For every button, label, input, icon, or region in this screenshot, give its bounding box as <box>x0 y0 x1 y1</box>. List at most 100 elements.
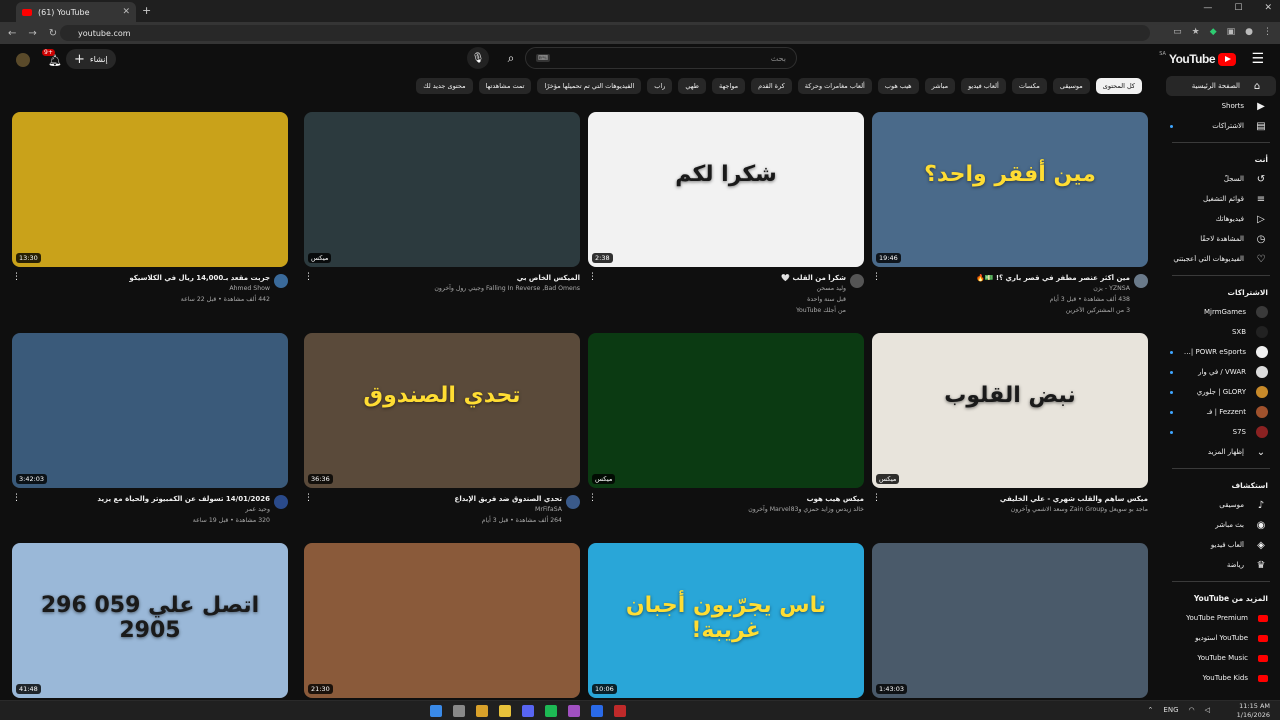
sidebar-item[interactable]: VWAR / في وار <box>1162 362 1280 382</box>
filter-chip[interactable]: ألعاب فيديو <box>961 78 1006 94</box>
filter-chip[interactable]: تمت مشاهدتها <box>478 78 532 94</box>
bell-icon[interactable]: 🔔︎ <box>48 54 62 67</box>
back-icon[interactable]: ← <box>8 28 16 39</box>
video-title[interactable]: شكراً من القلب 🤍 <box>606 274 846 282</box>
file-explorer-icon[interactable] <box>476 705 488 717</box>
url-field[interactable]: youtube.com <box>60 25 1150 41</box>
filter-chip[interactable]: كل المحتوى <box>1095 78 1142 94</box>
video-title[interactable]: الميكس الخاص بي <box>340 274 580 282</box>
sidebar-item[interactable]: ♛ رياضة <box>1162 555 1280 575</box>
sidebar-section-header[interactable]: المزيد من YouTube <box>1162 588 1280 608</box>
filter-chip[interactable]: هيب هوب <box>877 78 919 94</box>
reload-icon[interactable]: ↻ <box>49 28 57 39</box>
taskbar-clock[interactable]: 11:15 AM 1/16/2026 <box>1237 702 1270 720</box>
filter-chip[interactable]: ألعاب مغامرات وحركة <box>797 78 872 94</box>
discord-icon[interactable] <box>522 705 534 717</box>
sidebar-item[interactable]: ≡ قوائم التشغيل <box>1162 189 1280 209</box>
cast-icon[interactable]: ▭ <box>1173 27 1182 37</box>
filter-chip[interactable]: مكسات <box>1011 78 1047 94</box>
show-more-button[interactable]: ⌄ إظهار المزيد <box>1162 442 1280 462</box>
more-actions-icon[interactable]: ⋮ <box>304 272 313 282</box>
app-icon-2[interactable] <box>614 705 626 717</box>
avatar[interactable] <box>16 53 30 67</box>
minimize-icon[interactable]: — <box>1203 3 1212 13</box>
language-indicator[interactable]: ENG <box>1163 706 1178 714</box>
sidebar-item[interactable]: S7S <box>1162 422 1280 442</box>
video-thumbnail[interactable]: ميكس <box>304 112 580 267</box>
channel-avatar[interactable] <box>274 495 288 509</box>
filter-chip[interactable]: مواجهة <box>711 78 746 94</box>
sidebar-item[interactable]: YouTube استوديو <box>1162 628 1280 648</box>
video-title[interactable]: مين أكثر عنصر مطفر في قصر باري ؟! 💵🔥 <box>890 274 1130 282</box>
youtube-logo[interactable]: SA YouTube <box>1159 51 1236 66</box>
spotify-icon[interactable] <box>545 705 557 717</box>
windows-start-icon[interactable] <box>430 705 442 717</box>
video-title[interactable]: ميكس ساهم والقلب شهري - علي الخليفي <box>908 495 1148 503</box>
puzzle-icon[interactable]: ▣ <box>1227 27 1236 37</box>
video-thumbnail[interactable]: 13:30 <box>12 112 288 267</box>
filter-chip[interactable]: موسيقى <box>1052 78 1090 94</box>
sidebar-item[interactable]: Fezzent | فـ <box>1162 402 1280 422</box>
video-title[interactable]: تحدي الصندوق ضد فريق الإبداع <box>322 495 562 503</box>
sidebar-section-header[interactable]: أنت <box>1162 149 1280 169</box>
video-thumbnail[interactable]: شكرا لكم 2:38 <box>588 112 864 267</box>
hamburger-menu-icon[interactable]: ☰ <box>1251 51 1264 67</box>
browser-tab[interactable]: (61) YouTube ✕ <box>16 2 136 22</box>
sidebar-item[interactable]: ↺ السجلّ <box>1162 169 1280 189</box>
video-thumbnail[interactable]: تحدي الصندوق 36:36 <box>304 333 580 488</box>
sidebar-item[interactable]: ▤ الاشتراكات <box>1162 116 1280 136</box>
sidebar-item[interactable]: ▶ Shorts <box>1162 96 1280 116</box>
volume-icon[interactable]: ◁ <box>1205 706 1210 714</box>
sidebar-item[interactable]: MjrmGames <box>1162 302 1280 322</box>
forward-icon[interactable]: → <box>28 28 36 39</box>
sidebar-item[interactable]: ▷ فيديوهاتك <box>1162 209 1280 229</box>
channel-name[interactable]: خالد زيدس وزايد حمزي وMarvel83 وآخرون <box>748 506 864 513</box>
more-actions-icon[interactable]: ⋮ <box>588 493 597 503</box>
video-title[interactable]: جربت مقعد بـ14,000 ريال في الكلاسيكو <box>30 274 270 282</box>
channel-name[interactable]: وليد مسحن <box>817 285 847 292</box>
sidebar-item[interactable]: ◈ ألعاب فيديو <box>1162 535 1280 555</box>
video-thumbnail[interactable]: ناس يجرّبون أجبان غريبة! 10:06 <box>588 543 864 698</box>
filter-chip[interactable]: مباشر <box>924 78 956 94</box>
app-icon[interactable] <box>568 705 580 717</box>
more-actions-icon[interactable]: ⋮ <box>872 272 881 282</box>
steam-icon[interactable] <box>591 705 603 717</box>
channel-name[interactable]: YZNSA - يزن <box>1093 285 1130 292</box>
filter-chip[interactable]: محتوى جديد لك <box>416 78 473 94</box>
chrome-icon[interactable] <box>499 705 511 717</box>
maximize-icon[interactable]: ☐ <box>1234 3 1242 13</box>
filter-chip[interactable]: كرة القدم <box>751 78 792 94</box>
more-actions-icon[interactable]: ⋮ <box>304 493 313 503</box>
sidebar-item[interactable]: ♪ موسيقى <box>1162 495 1280 515</box>
sidebar-section-header[interactable]: الاشتراكات <box>1162 282 1280 302</box>
video-thumbnail[interactable]: 3:42:03 <box>12 333 288 488</box>
extension-icon[interactable]: ◆ <box>1210 27 1217 37</box>
more-actions-icon[interactable]: ⋮ <box>588 272 597 282</box>
filter-chip[interactable]: طهي <box>678 78 706 94</box>
more-actions-icon[interactable]: ⋮ <box>12 272 21 282</box>
tray-chevron-icon[interactable]: ⌃ <box>1148 706 1154 714</box>
channel-name[interactable]: Ahmed Show <box>229 285 270 292</box>
video-title[interactable]: 14/01/2026 تسولف عن الكمبيوتر والحياة مع… <box>30 495 270 503</box>
channel-avatar[interactable] <box>274 274 288 288</box>
video-thumbnail[interactable]: 1:43:03 <box>872 543 1148 698</box>
channel-name[interactable]: ماجد بو سويعل وZain Group وسعد الاشمي وآ… <box>1011 506 1148 513</box>
channel-name[interactable]: Falling In Reverse ,Bad Omens وجيتي رول … <box>434 285 580 292</box>
sidebar-section-header[interactable]: استكشاف <box>1162 475 1280 495</box>
channel-avatar[interactable] <box>566 495 580 509</box>
new-tab-button[interactable]: + <box>142 4 151 17</box>
sidebar-item[interactable]: YouTube Kids <box>1162 668 1280 688</box>
sidebar-item[interactable]: ♡ الفيديوهات التي أعجبتني <box>1162 249 1280 269</box>
profile-icon[interactable]: ● <box>1245 27 1253 37</box>
menu-icon[interactable]: ⋮ <box>1263 27 1272 37</box>
channel-name[interactable]: وحيد عمر <box>245 506 270 513</box>
search-taskbar-icon[interactable] <box>453 705 465 717</box>
video-thumbnail[interactable]: ميكس <box>588 333 864 488</box>
video-thumbnail[interactable]: اتصل علي 059 296 2905 41:48 <box>12 543 288 698</box>
sidebar-item[interactable]: SXB <box>1162 322 1280 342</box>
keyboard-icon[interactable]: ⌨ <box>536 54 551 62</box>
sidebar-item[interactable]: GLORY | جلوري <box>1162 382 1280 402</box>
sidebar-item[interactable]: POWR eSports | ... <box>1162 342 1280 362</box>
bookmark-star-icon[interactable]: ★ <box>1192 27 1200 37</box>
channel-avatar[interactable] <box>850 274 864 288</box>
